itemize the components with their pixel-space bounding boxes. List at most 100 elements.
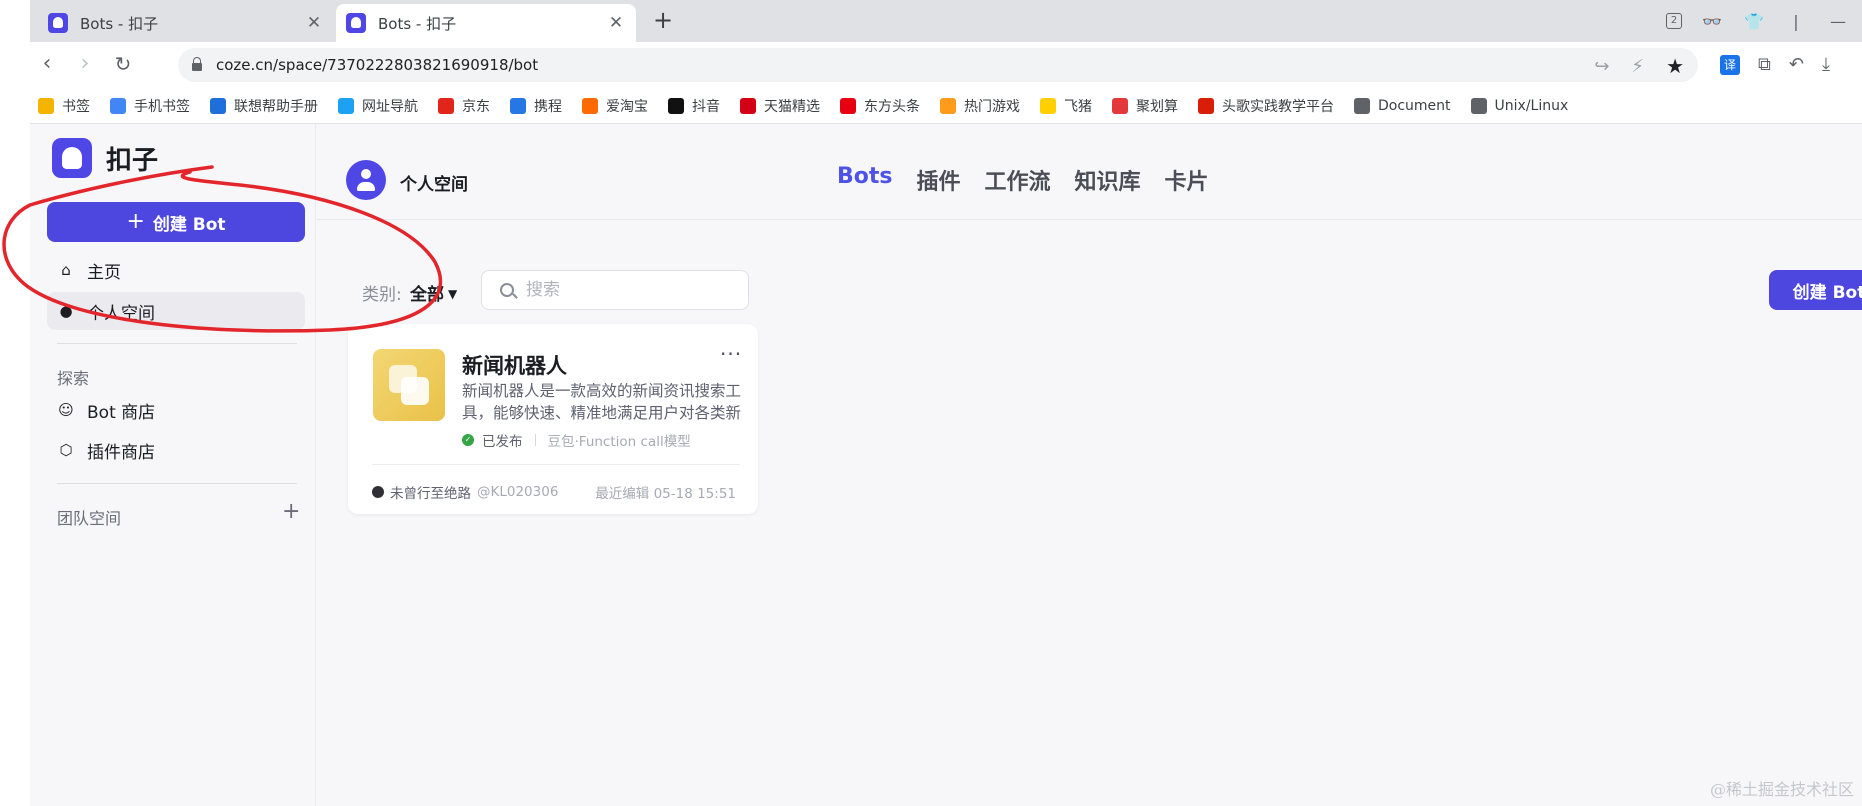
sidebar-item-label: 主页: [87, 262, 121, 283]
bookmark-item[interactable]: 飞猪: [1040, 96, 1092, 116]
home-icon: ⌂: [61, 261, 71, 279]
forward-button[interactable]: ›: [70, 50, 100, 80]
bookmark-item[interactable]: 热门游戏: [940, 96, 1020, 116]
bookmark-item[interactable]: Unix/Linux: [1470, 97, 1569, 114]
coze-page: 扣子 + 创建 Bot ⌂ 主页 ● 个人空间 探索 ☺ Bot 商店 ⬡ 插件…: [30, 124, 1862, 806]
close-icon[interactable]: ✕: [304, 13, 324, 33]
coze-favicon-icon: [346, 13, 366, 33]
bookmark-favicon-icon: [110, 97, 126, 114]
bookmark-label: 聚划算: [1136, 98, 1178, 115]
sidebar-item-plugin-store[interactable]: ⬡ 插件商店: [47, 431, 305, 469]
extension-puzzle-icon[interactable]: ⧉: [1758, 54, 1771, 75]
search-box[interactable]: [481, 270, 749, 310]
browser-tab-1[interactable]: Bots - 扣子 ✕: [38, 4, 334, 42]
star-icon[interactable]: ★: [1666, 54, 1684, 78]
bookmark-label: Document: [1378, 97, 1451, 114]
more-icon[interactable]: ···: [720, 342, 742, 366]
bookmark-label: 手机书签: [134, 98, 190, 115]
tab-cards[interactable]: 卡片: [1165, 164, 1209, 196]
bot-name: 新闻机器人: [462, 354, 567, 378]
lock-icon[interactable]: [192, 57, 202, 71]
caret-down-icon: ▼: [448, 287, 458, 301]
incognito-icon[interactable]: 👓: [1700, 12, 1724, 31]
translate-icon[interactable]: 译: [1720, 54, 1740, 75]
sidebar-item-home[interactable]: ⌂ 主页: [47, 251, 305, 289]
sidebar-item-bot-store[interactable]: ☺ Bot 商店: [47, 391, 305, 429]
search-icon: [500, 283, 514, 297]
tab-bar: Bots - 扣子 ✕ Bots - 扣子 ✕ + 2 👓 👕 | —: [30, 0, 1862, 42]
bot-store-icon: ☺: [58, 401, 74, 419]
create-bot-button[interactable]: + 创建 Bot: [47, 202, 305, 242]
bookmark-item[interactable]: 联想帮助手册: [210, 96, 318, 116]
coze-favicon-icon: [48, 13, 68, 33]
tab-workflows[interactable]: 工作流: [985, 164, 1051, 196]
bookmark-item[interactable]: 手机书签: [110, 96, 190, 116]
window-controls: 2 👓 👕 | —: [1666, 8, 1862, 34]
search-input[interactable]: [526, 280, 726, 300]
share-icon[interactable]: ↪: [1594, 56, 1609, 77]
space-name[interactable]: 个人空间: [400, 170, 468, 195]
tab-knowledge[interactable]: 知识库: [1075, 164, 1141, 196]
create-bot-button[interactable]: 创建 Bot: [1769, 270, 1862, 310]
sidebar-item-personal-space[interactable]: ● 个人空间: [47, 292, 305, 330]
bookmark-item[interactable]: 抖音: [668, 96, 720, 116]
status-text: 已发布: [482, 434, 523, 450]
omnibox-actions: ↪ ⚡ ★: [1594, 54, 1684, 78]
bookmark-label: 京东: [462, 98, 490, 115]
category-value: 全部: [410, 285, 444, 305]
add-team-icon[interactable]: +: [282, 499, 300, 524]
bookmark-favicon-icon: [1040, 97, 1056, 114]
team-space-title[interactable]: 团队空间: [57, 505, 121, 529]
reload-button[interactable]: ↻: [108, 50, 138, 80]
bookmark-item[interactable]: 天猫精选: [740, 96, 820, 116]
bookmark-favicon-icon: [940, 97, 956, 114]
category-dropdown[interactable]: 全部 ▼: [410, 280, 457, 305]
category-label: 类别:: [362, 285, 402, 305]
shirt-icon[interactable]: 👕: [1742, 12, 1766, 31]
left-margin: [0, 0, 30, 806]
bookmark-favicon-icon: [1470, 97, 1487, 114]
back-button[interactable]: ‹: [32, 50, 62, 80]
minimize-icon[interactable]: —: [1826, 12, 1850, 31]
space-avatar[interactable]: [346, 160, 386, 200]
browser-tab-2[interactable]: Bots - 扣子 ✕: [336, 4, 636, 42]
bookmark-label: 爱淘宝: [606, 98, 648, 115]
bookmark-item[interactable]: 头歌实践教学平台: [1198, 96, 1334, 116]
bot-description: 新闻机器人是一款高效的新闻资讯搜索工具，能够快速、精准地满足用户对各类新闻资讯的…: [462, 382, 742, 422]
tab-count-icon[interactable]: 2: [1666, 13, 1682, 29]
last-edited: 最近编辑 05-18 15:51: [595, 486, 736, 502]
download-icon[interactable]: ⤓: [1822, 54, 1830, 75]
screenshot: Bots - 扣子 ✕ Bots - 扣子 ✕ + 2 👓 👕 | — ‹ › …: [0, 0, 1862, 806]
bookmark-item[interactable]: 聚划算: [1112, 96, 1178, 116]
bookmark-item[interactable]: 京东: [438, 96, 490, 116]
undo-icon[interactable]: ↶: [1789, 54, 1804, 75]
bookmark-label: 联想帮助手册: [234, 98, 318, 115]
bookmarks-bar: 书签 手机书签 联想帮助手册 网址导航 京东 携程 爱淘宝 抖音 天猫精选 东方头条 热门游戏 飞猪 聚…: [30, 88, 1862, 124]
bookmark-favicon-icon: [38, 97, 54, 114]
cube-icon: ⬡: [59, 441, 73, 459]
bookmark-favicon-icon: [1112, 97, 1128, 114]
bookmark-item[interactable]: 东方头条: [840, 96, 920, 116]
bookmark-item[interactable]: 携程: [510, 96, 562, 116]
bookmark-favicon-icon: [210, 97, 226, 114]
tab-bots[interactable]: Bots: [837, 164, 893, 196]
bookmark-label: 网址导航: [362, 98, 418, 115]
bot-card[interactable]: 新闻机器人 ··· 新闻机器人是一款高效的新闻资讯搜索工具，能够快速、精准地满足…: [348, 324, 758, 514]
coze-logo-icon: [52, 138, 92, 178]
bookmark-favicon-icon: [510, 97, 526, 114]
bookmark-item[interactable]: 网址导航: [338, 96, 418, 116]
bookmark-item[interactable]: 爱淘宝: [582, 96, 648, 116]
bookmark-label: 热门游戏: [964, 98, 1020, 115]
close-icon[interactable]: ✕: [606, 13, 626, 33]
bookmark-item[interactable]: 书签: [38, 96, 90, 116]
bookmark-item[interactable]: Document: [1354, 97, 1451, 114]
bookmark-label: 飞猪: [1064, 98, 1092, 115]
bookmark-label: Unix/Linux: [1494, 97, 1569, 114]
user-icon: ●: [59, 302, 73, 320]
tab-plugins[interactable]: 插件: [917, 164, 961, 196]
lightning-icon[interactable]: ⚡: [1631, 56, 1644, 77]
new-tab-button[interactable]: +: [648, 6, 678, 36]
url-text: coze.cn/space/7370222803821690918/bot: [216, 56, 539, 74]
url-field[interactable]: coze.cn/space/7370222803821690918/bot ↪ …: [178, 48, 1698, 82]
logo[interactable]: 扣子: [52, 138, 158, 178]
